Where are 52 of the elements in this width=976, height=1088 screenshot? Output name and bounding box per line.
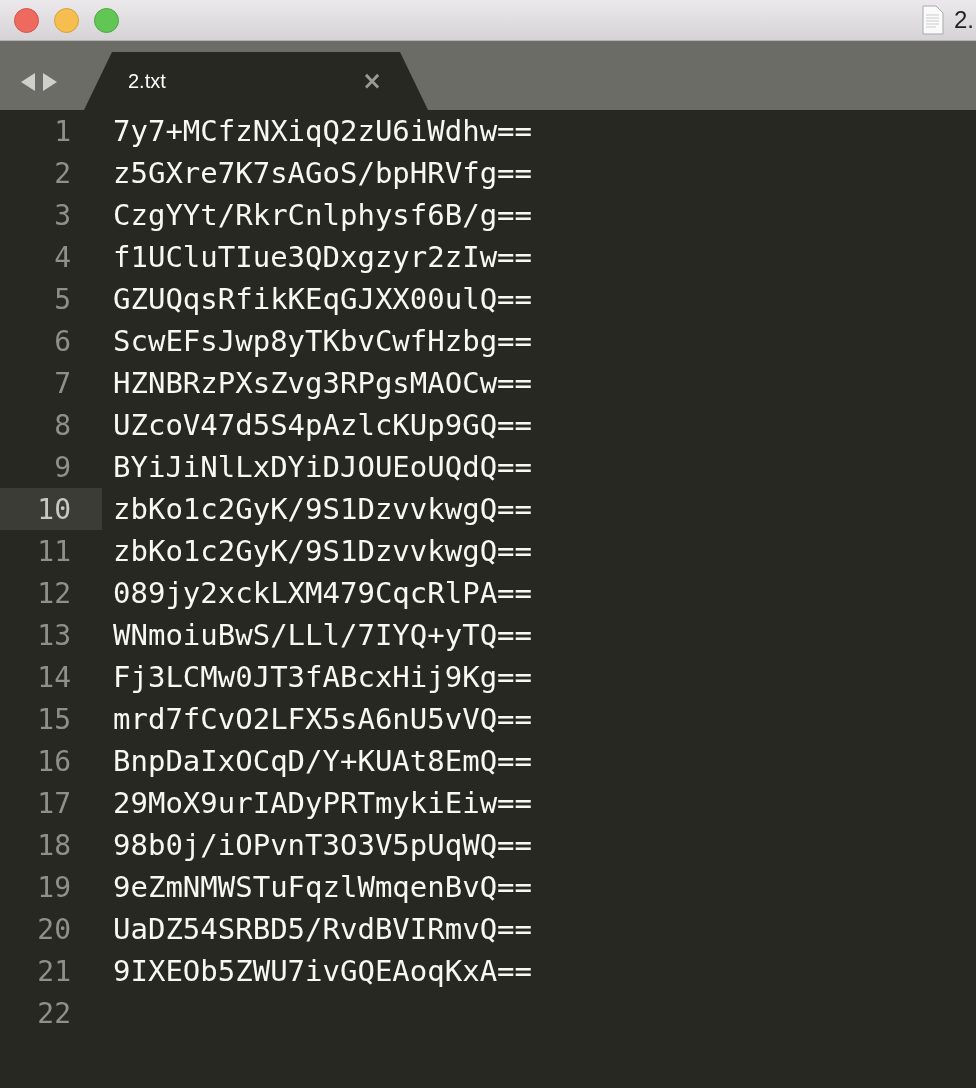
line-number: 5 (53, 281, 72, 318)
line-number: 3 (53, 197, 72, 234)
code-line: HZNBRzPXsZvg3RPgsMAOCw== (113, 366, 533, 400)
code-line: mrd7fCvO2LFX5sA6nU5vVQ== (113, 702, 533, 736)
code-line: UZcoV47d5S4pAzlcKUp9GQ== (113, 408, 533, 442)
line-number: 6 (53, 323, 72, 360)
code-line: Fj3LCMw0JT3fABcxHij9Kg== (113, 660, 533, 694)
line-number: 10 (0, 488, 102, 530)
code-line: WNmoiuBwS/LLl/7IYQ+yTQ== (113, 618, 533, 652)
code-line: 089jy2xckLXM479CqcRlPA== (113, 576, 533, 610)
line-number: 13 (36, 617, 72, 654)
line-number: 21 (36, 953, 72, 990)
code-line: z5GXre7K7sAGoS/bpHRVfg== (113, 156, 533, 190)
code-line: 98b0j/iOPvnT3O3V5pUqWQ== (113, 828, 533, 862)
line-number: 12 (36, 575, 72, 612)
code-line: f1UCluTIue3QDxgzyr2zIw== (113, 240, 533, 274)
line-number: 19 (36, 869, 72, 906)
code-line: 7y7+MCfzNXiqQ2zU6iWdhw== (113, 114, 533, 148)
code-line: zbKo1c2GyK/9S1DzvvkwgQ== (113, 534, 533, 568)
line-number: 7 (53, 365, 72, 402)
code-line: ScwEFsJwp8yTKbvCwfHzbg== (113, 324, 533, 358)
line-number: 16 (36, 743, 72, 780)
line-number: 22 (36, 995, 72, 1032)
back-arrow-icon[interactable] (20, 71, 36, 92)
line-number: 15 (36, 701, 72, 738)
code-line: BYiJiNlLxDYiDJOUEoUQdQ== (113, 450, 533, 484)
document-icon (922, 5, 944, 35)
code-line: zbKo1c2GyK/9S1DzvvkwgQ== (113, 492, 533, 526)
code-line: 9eZmNMWSTuFqzlWmqenBvQ== (113, 870, 533, 904)
zoom-window-button[interactable] (94, 7, 119, 33)
code-line: GZUQqsRfikKEqGJXX00ulQ== (113, 282, 533, 316)
code-line: UaDZ54SRBD5/RvdBVIRmvQ== (113, 912, 533, 946)
close-tab-button[interactable]: × (361, 67, 382, 95)
close-window-button[interactable] (14, 7, 39, 33)
code-line: BnpDaIxOCqD/Y+KUAt8EmQ== (113, 744, 533, 778)
code-line: 29MoX9urIADyPRTmykiEiw== (113, 786, 533, 820)
line-number: 14 (36, 659, 72, 696)
line-number: 2 (53, 155, 72, 192)
line-number: 17 (36, 785, 72, 822)
line-number: 9 (53, 449, 72, 486)
code-line: 9IXEOb5ZWU7ivGQEAoqKxA== (113, 954, 533, 988)
window-title: 2. (954, 6, 974, 34)
minimize-window-button[interactable] (54, 7, 79, 33)
line-number: 11 (36, 533, 72, 570)
line-number: 18 (36, 827, 72, 864)
line-number: 8 (53, 407, 72, 444)
code-line: CzgYYt/RkrCnlphysf6B/g== (113, 198, 533, 232)
line-number: 20 (36, 911, 72, 948)
forward-arrow-icon[interactable] (42, 71, 58, 92)
line-number: 1 (53, 113, 72, 150)
file-tab[interactable]: 2.txt × (84, 52, 428, 110)
line-number: 4 (53, 239, 72, 276)
